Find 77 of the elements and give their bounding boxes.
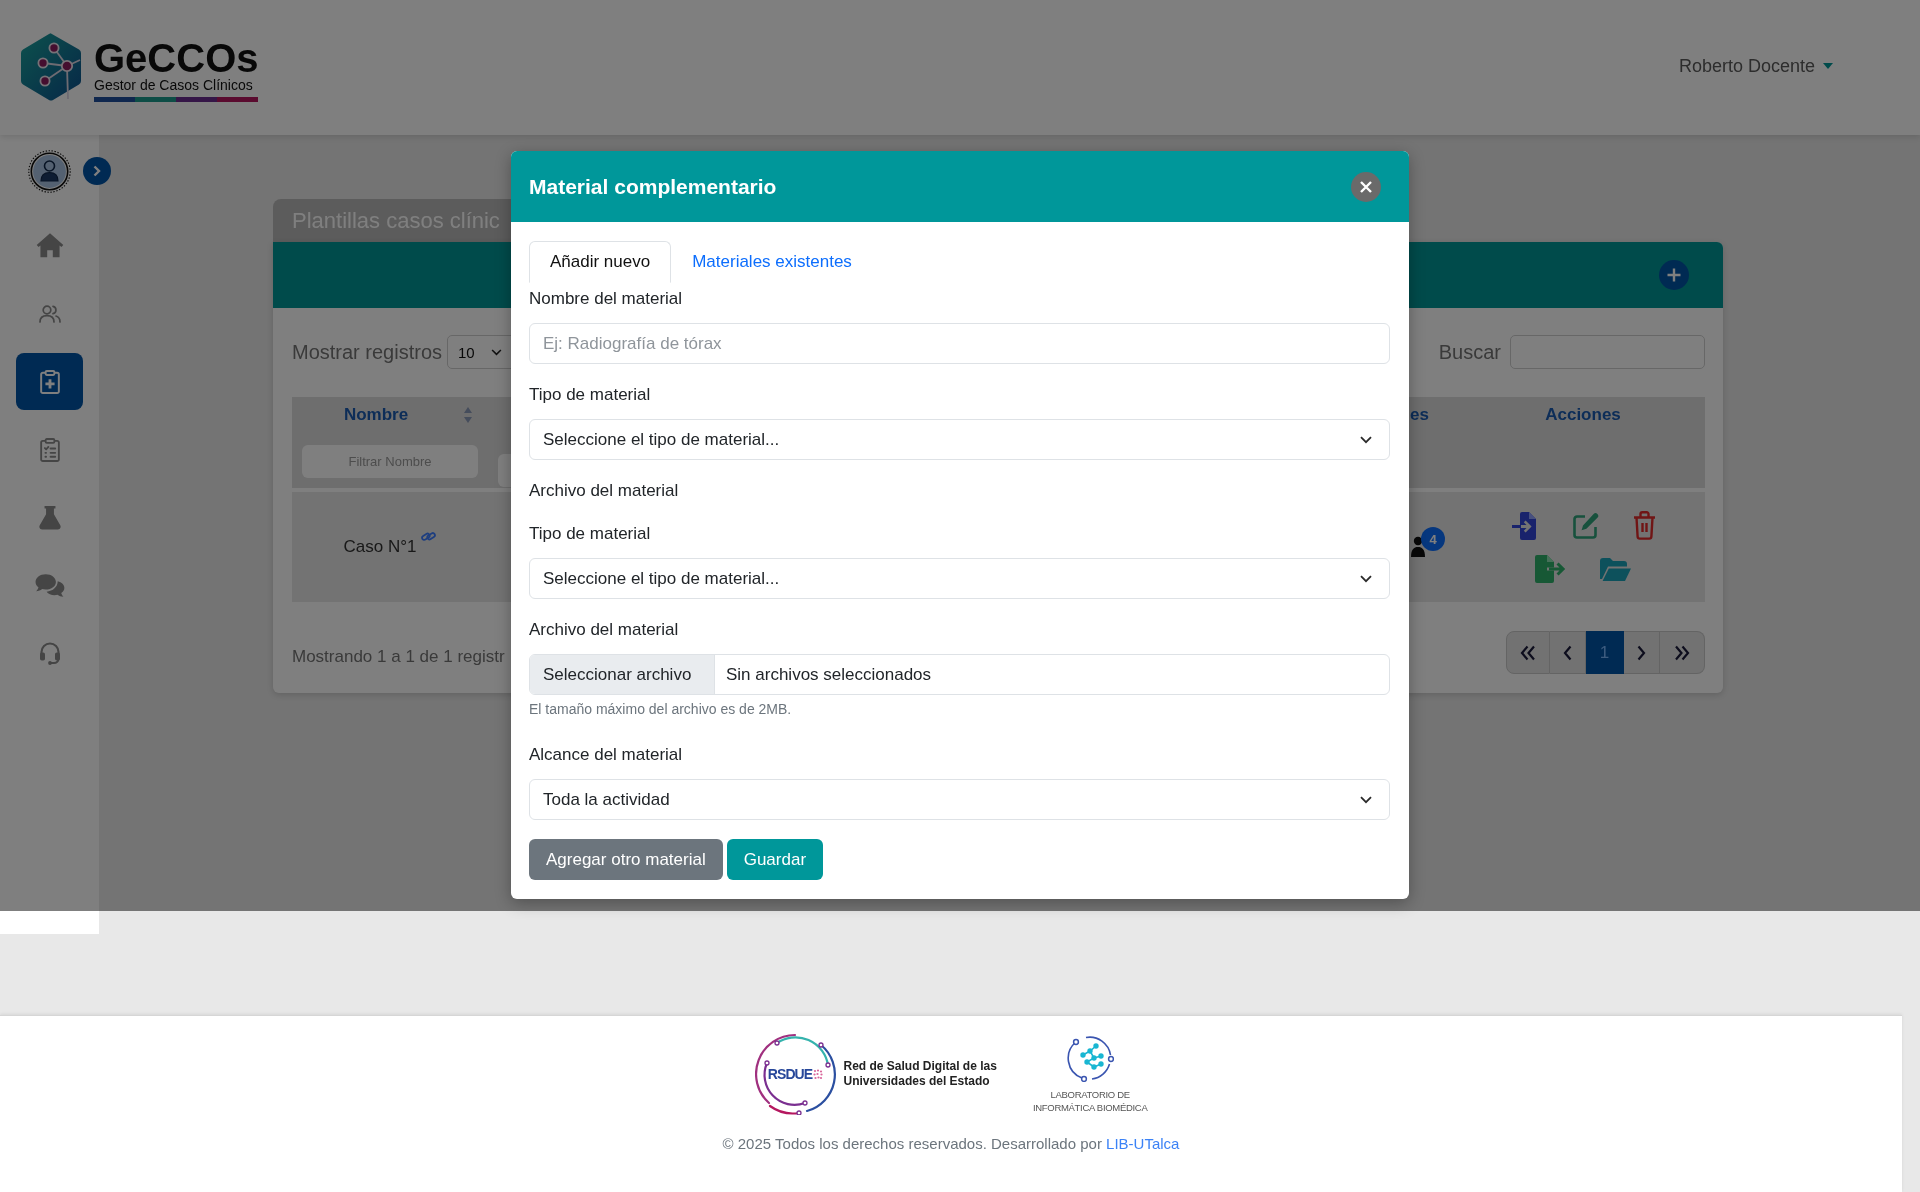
partner-name: LABORATORIO DE INFORMÁTICA BIOMÉDICA: [1032, 1088, 1148, 1114]
chevron-down-icon: [1360, 435, 1372, 444]
clipboard-plus-icon: [39, 369, 60, 394]
field-label: Archivo del material: [529, 619, 679, 641]
logo-subtitle: Gestor de Casos Clínicos: [94, 77, 253, 93]
close-icon: [1360, 180, 1372, 193]
copyright-text: © 2025 Todos los derechos reservados. Desarrollado por LIB-UTalca: [722, 1134, 1180, 1154]
link-icon[interactable]: [421, 529, 437, 543]
sort-icon[interactable]: [464, 407, 472, 423]
double-chevron-left-icon: [1520, 644, 1536, 661]
edit-icon[interactable]: [1572, 512, 1599, 539]
nav-item[interactable]: [16, 353, 83, 410]
field-label: Tipo de material: [529, 384, 651, 406]
field-label: Nombre del material: [529, 288, 683, 310]
chevron-right-icon: [1637, 644, 1646, 661]
dots-icon: [813, 1068, 824, 1080]
file-export-icon[interactable]: [1535, 555, 1566, 583]
add-another-button[interactable]: Agregar otro material: [529, 839, 723, 880]
home-icon: [35, 233, 64, 258]
hexagon-logo-icon: [21, 33, 81, 101]
folder-icon[interactable]: [1600, 557, 1631, 581]
avatar-icon: [28, 149, 71, 193]
file-import-icon[interactable]: [1510, 511, 1539, 540]
stripe-icon: [94, 97, 258, 102]
flask-icon: [38, 505, 61, 530]
clipboard-list-icon: [39, 437, 60, 462]
partner-name: Red de Salud Digital de las Universidades del Estado: [843, 1059, 997, 1089]
person-icon: [1411, 536, 1425, 558]
select-field[interactable]: Seleccione el tipo de material...: [529, 419, 1390, 460]
column-header: es: [1410, 406, 1429, 424]
field-label: Buscar: [1438, 340, 1501, 364]
chevron-down-icon: [1360, 795, 1372, 804]
chevron-down-icon: [491, 348, 503, 356]
choose-file-button[interactable]: Seleccionar archivo: [530, 655, 715, 694]
user-menu[interactable]: Roberto Docente: [1678, 55, 1833, 77]
field-label: Tipo de material: [529, 523, 651, 545]
next-page-button[interactable]: [1624, 631, 1660, 674]
chevron-left-icon: [1563, 644, 1572, 661]
table-info-text: Mostrando 1 a 1 de 1 registr: [292, 647, 505, 667]
section-label: Archivo del material: [529, 480, 679, 502]
double-chevron-right-icon: [1674, 644, 1690, 661]
caret-icon: [1823, 63, 1833, 69]
modal-title: Material complementario: [529, 174, 777, 199]
column-header: Acciones: [1544, 406, 1622, 424]
chevron-right-icon: [93, 165, 101, 177]
column-header: Nombre: [342, 406, 410, 424]
file-name-text: Sin archivos seleccionados: [725, 663, 932, 686]
select-field[interactable]: Toda la actividad: [529, 779, 1390, 820]
logo-mark-text: RSDUE: [767, 1066, 813, 1082]
logo-title: GeCCOs: [94, 39, 259, 77]
add-button[interactable]: [1659, 260, 1689, 290]
field-label: Alcance del material: [529, 744, 683, 766]
file-field[interactable]: Seleccionar archivo Sin archivos seleccionados: [529, 654, 1390, 695]
previous-page-button[interactable]: [1550, 631, 1586, 674]
field-label: Mostrar registros: [292, 340, 443, 364]
circuit-ring-icon: [754, 1033, 837, 1115]
footer-link[interactable]: LIB-UTalca: [1106, 1135, 1180, 1152]
table-cell: Caso N°1: [343, 537, 417, 557]
search-field[interactable]: [1510, 335, 1705, 369]
first-page-button[interactable]: [1506, 631, 1550, 674]
expand-button[interactable]: [83, 157, 111, 185]
last-page-button[interactable]: [1660, 631, 1705, 674]
chat-bubbles-icon: [34, 573, 65, 598]
molecule-ring-icon: [1066, 1034, 1115, 1082]
close-button[interactable]: [1351, 171, 1381, 202]
chevron-down-icon: [1360, 574, 1372, 583]
save-button[interactable]: Guardar: [726, 839, 824, 880]
tab[interactable]: Materiales existentes: [671, 241, 873, 283]
users-icon: [38, 304, 61, 323]
tab[interactable]: Añadir nuevo: [529, 241, 672, 283]
trash-icon[interactable]: [1632, 511, 1656, 540]
help-text: El tamaño máximo del archivo es de 2MB.: [529, 701, 792, 717]
plus-icon: [1667, 268, 1681, 282]
text-field[interactable]: Ej: Radiografía de tórax: [529, 323, 1390, 364]
headset-icon: [38, 641, 61, 666]
count-badge: 4: [1421, 527, 1445, 551]
select-field[interactable]: Seleccione el tipo de material...: [529, 558, 1390, 599]
